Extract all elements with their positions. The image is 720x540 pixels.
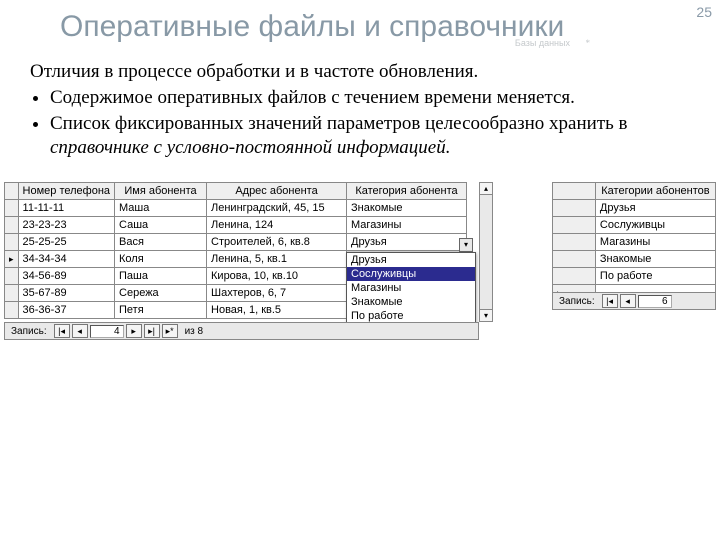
- table-row[interactable]: Знакомые: [553, 251, 716, 268]
- scroll-down-icon[interactable]: ▾: [480, 309, 492, 321]
- row-selector[interactable]: [5, 285, 19, 302]
- cell-c2[interactable]: Коля: [115, 251, 207, 268]
- cell-c1[interactable]: 23-23-23: [18, 217, 114, 234]
- cell-c4[interactable]: Друзья: [347, 234, 467, 251]
- row-selector[interactable]: [5, 217, 19, 234]
- cell-c4[interactable]: Магазины: [347, 217, 467, 234]
- ref-cell[interactable]: Знакомые: [595, 251, 715, 268]
- ref-record-navigator: Запись: |◂ ◂ 6: [552, 292, 716, 310]
- row-selector-header: [5, 183, 19, 200]
- header-meta-star: *: [586, 38, 591, 48]
- cell-c1[interactable]: 11-11-11: [18, 200, 114, 217]
- row-selector[interactable]: [553, 268, 596, 285]
- ref-cell[interactable]: Магазины: [595, 234, 715, 251]
- table-row[interactable]: По работе: [553, 268, 716, 285]
- cell-c3[interactable]: Новая, 1, кв.5: [207, 302, 347, 319]
- nav-last-icon[interactable]: ▸|: [144, 324, 160, 338]
- table-row[interactable]: 25-25-25ВасяСтроителей, 6, кв.8Друзья: [5, 234, 467, 251]
- cell-c3[interactable]: Ленина, 124: [207, 217, 347, 234]
- ref-col-category[interactable]: Категории абонентов: [595, 183, 715, 200]
- cell-c2[interactable]: Маша: [115, 200, 207, 217]
- cell-c2[interactable]: Вася: [115, 234, 207, 251]
- nav-next-icon[interactable]: ▸: [126, 324, 142, 338]
- row-selector[interactable]: [553, 217, 596, 234]
- table-row[interactable]: 11-11-11МашаЛенинградский, 45, 15Знакомы…: [5, 200, 467, 217]
- dropdown-option[interactable]: Сослуживцы: [347, 267, 475, 281]
- cell-c2[interactable]: Саша: [115, 217, 207, 234]
- cell-c1[interactable]: 35-67-89: [18, 285, 114, 302]
- figure-area: Номер телефона Имя абонента Адрес абонен…: [4, 182, 716, 412]
- cell-c1[interactable]: 34-34-34: [18, 251, 114, 268]
- row-selector[interactable]: [553, 234, 596, 251]
- slide-title: Оперативные файлы и справочники: [0, 0, 720, 50]
- ref-cell[interactable]: По работе: [595, 268, 715, 285]
- nav-of: из 8: [179, 326, 208, 337]
- cell-c2[interactable]: Петя: [115, 302, 207, 319]
- table-row[interactable]: Магазины: [553, 234, 716, 251]
- header-meta-label: Базы данных: [515, 38, 570, 48]
- scroll-up-icon[interactable]: ▴: [480, 183, 492, 195]
- cell-c4[interactable]: Знакомые: [347, 200, 467, 217]
- lead-paragraph: Отличия в процессе обработки и в частоте…: [30, 60, 690, 84]
- row-selector[interactable]: [5, 268, 19, 285]
- bullet-2: Список фиксированных значений параметров…: [50, 112, 690, 160]
- nav-new-icon[interactable]: ▸*: [162, 324, 178, 338]
- nav-current[interactable]: 4: [90, 325, 124, 338]
- cell-c1[interactable]: 25-25-25: [18, 234, 114, 251]
- category-dropdown[interactable]: ДрузьяСослуживцыМагазиныЗнакомыеПо работ…: [346, 252, 476, 324]
- body-text: Отличия в процессе обработки и в частоте…: [0, 50, 720, 174]
- dropdown-option[interactable]: Магазины: [347, 281, 475, 295]
- cell-c3[interactable]: Ленинградский, 45, 15: [207, 200, 347, 217]
- page-number: 25: [696, 4, 712, 20]
- dropdown-option[interactable]: По работе: [347, 309, 475, 323]
- main-col-name[interactable]: Имя абонента: [115, 183, 207, 200]
- cell-c3[interactable]: Кирова, 10, кв.10: [207, 268, 347, 285]
- bullet-1: Содержимое оперативных файлов с течением…: [50, 86, 690, 110]
- reference-table: Категории абонентов ДрузьяСослуживцыМага…: [552, 182, 716, 302]
- row-selector[interactable]: [5, 234, 19, 251]
- ref-nav-label: Запись:: [553, 296, 601, 307]
- row-selector[interactable]: [553, 251, 596, 268]
- cell-c2[interactable]: Сережа: [115, 285, 207, 302]
- dropdown-option[interactable]: Знакомые: [347, 295, 475, 309]
- row-selector[interactable]: [5, 302, 19, 319]
- ref-nav-prev-icon[interactable]: ◂: [620, 294, 636, 308]
- ref-cell[interactable]: Сослуживцы: [595, 217, 715, 234]
- row-selector[interactable]: [553, 200, 596, 217]
- dropdown-option[interactable]: Друзья: [347, 253, 475, 267]
- cell-c3[interactable]: Ленина, 5, кв.1: [207, 251, 347, 268]
- ref-row-selector-header: [553, 183, 596, 200]
- main-col-phone[interactable]: Номер телефона: [18, 183, 114, 200]
- main-col-category[interactable]: Категория абонента: [347, 183, 467, 200]
- ref-nav-current[interactable]: 6: [638, 295, 672, 308]
- table-row[interactable]: Сослуживцы: [553, 217, 716, 234]
- ref-cell[interactable]: Друзья: [595, 200, 715, 217]
- nav-prev-icon[interactable]: ◂: [72, 324, 88, 338]
- cell-c1[interactable]: 36-36-37: [18, 302, 114, 319]
- cell-c2[interactable]: Паша: [115, 268, 207, 285]
- nav-first-icon[interactable]: |◂: [54, 324, 70, 338]
- dropdown-toggle-icon[interactable]: ▾: [459, 238, 473, 252]
- main-scrollbar[interactable]: ▴ ▾: [479, 182, 493, 322]
- cell-c3[interactable]: Шахтеров, 6, 7: [207, 285, 347, 302]
- row-selector[interactable]: [5, 200, 19, 217]
- main-col-address[interactable]: Адрес абонента: [207, 183, 347, 200]
- table-row[interactable]: Друзья: [553, 200, 716, 217]
- main-record-navigator: Запись: |◂ ◂ 4 ▸ ▸| ▸* из 8: [4, 322, 479, 340]
- ref-nav-first-icon[interactable]: |◂: [602, 294, 618, 308]
- cell-c3[interactable]: Строителей, 6, кв.8: [207, 234, 347, 251]
- row-selector[interactable]: [5, 251, 19, 268]
- table-row[interactable]: 23-23-23СашаЛенина, 124Магазины: [5, 217, 467, 234]
- nav-label: Запись:: [5, 326, 53, 337]
- cell-c1[interactable]: 34-56-89: [18, 268, 114, 285]
